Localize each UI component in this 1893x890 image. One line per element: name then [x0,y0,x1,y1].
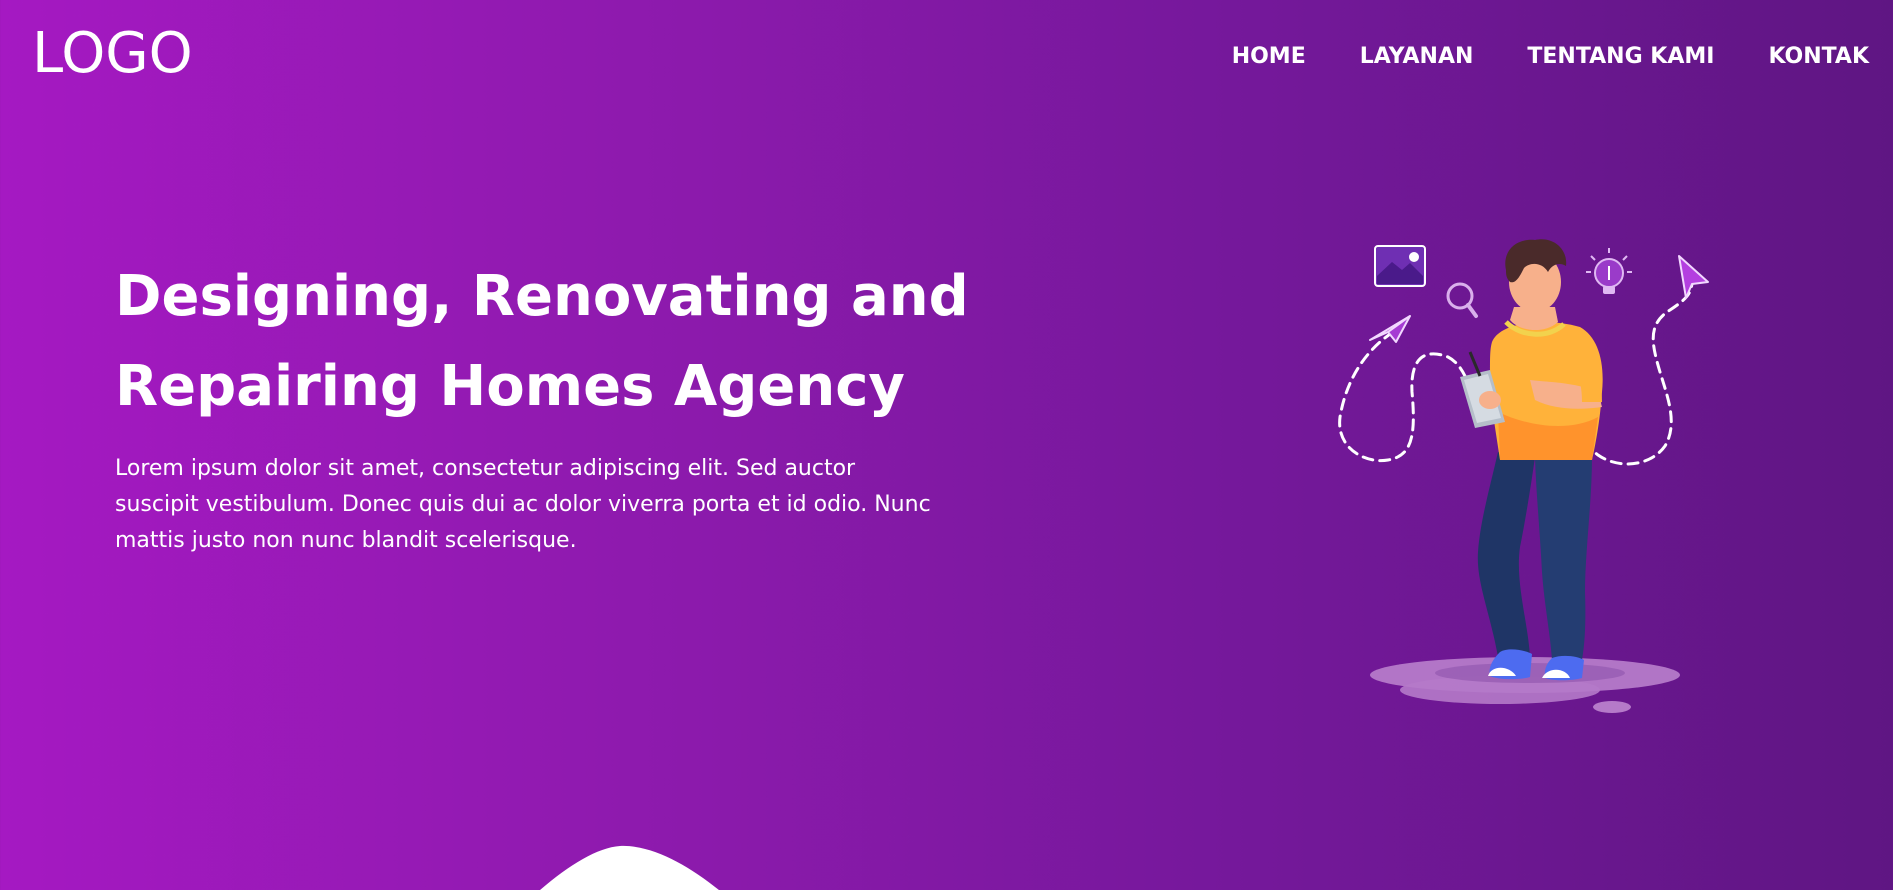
paper-plane-icon [1369,315,1411,343]
search-icon [1446,282,1478,318]
nav-home[interactable]: HOME [1232,44,1306,69]
navbar: LOGO HOME LAYANAN TENTANG KAMI KONTAK [0,0,1893,110]
lightbulb-icon [1586,248,1632,294]
dashed-path-left [1338,330,1474,463]
logo[interactable]: LOGO [32,20,193,88]
nav-kontak[interactable]: KONTAK [1768,44,1869,69]
person-figure [1460,239,1603,681]
hero-title: Designing, Renovating and Repairing Home… [115,264,969,419]
nav-tentang-kami[interactable]: TENTANG KAMI [1527,44,1714,69]
hero-illustration [1338,239,1709,713]
bottom-wave [540,845,719,890]
cursor-icon [1678,255,1709,299]
main-nav: HOME LAYANAN TENTANG KAMI KONTAK [1232,44,1869,69]
hero-description: Lorem ipsum dolor sit amet, consectetur … [115,456,931,553]
image-icon [1374,245,1426,287]
nav-layanan[interactable]: LAYANAN [1360,44,1474,69]
